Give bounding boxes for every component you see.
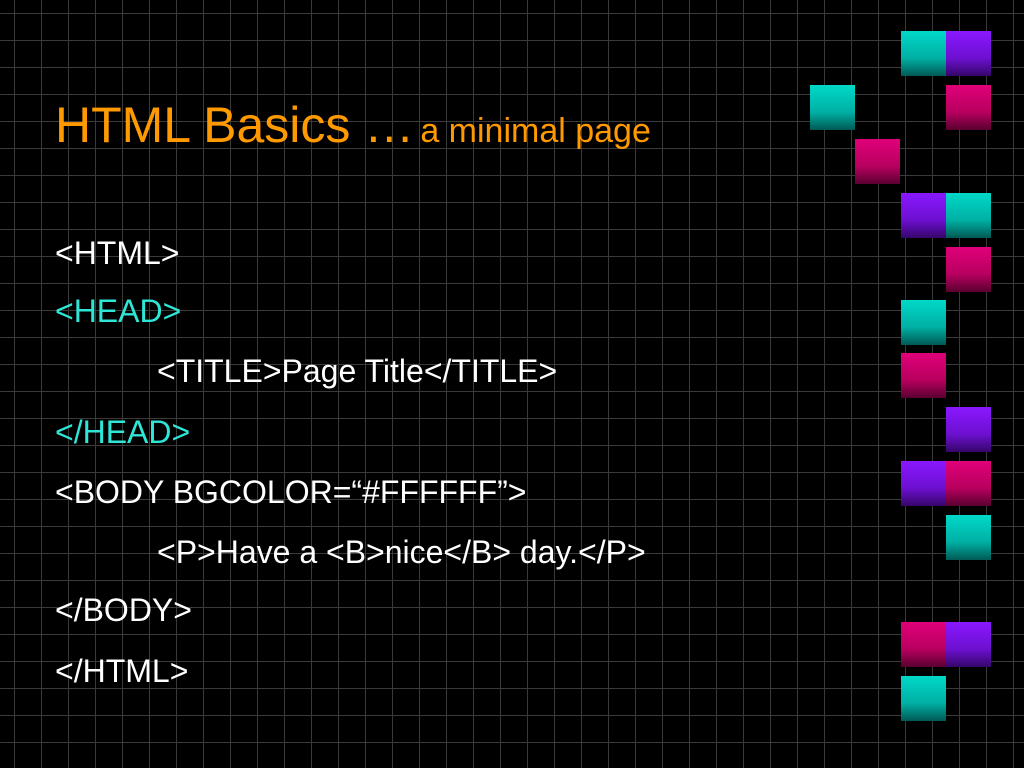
decorative-tile xyxy=(946,85,991,130)
slide-title: HTML Basics … a minimal page xyxy=(55,100,651,150)
decorative-tile xyxy=(946,515,991,560)
code-line: <TITLE>Page Title</TITLE> xyxy=(157,353,558,389)
decorative-tile xyxy=(946,461,991,506)
decorative-tile xyxy=(901,622,946,667)
code-line: </BODY> xyxy=(55,592,192,628)
decorative-tile xyxy=(946,622,991,667)
decorative-tile xyxy=(901,676,946,721)
code-line: <HTML> xyxy=(55,235,180,271)
decorative-tile xyxy=(946,31,991,76)
decorative-tile xyxy=(946,407,991,452)
slide-title-main: HTML Basics … xyxy=(55,97,415,153)
decorative-tile xyxy=(901,461,946,506)
decorative-tile xyxy=(810,85,855,130)
code-line: <P>Have a <B>nice</B> day.</P> xyxy=(157,534,646,570)
decorative-tile xyxy=(855,139,900,184)
code-line: </HEAD> xyxy=(55,414,191,450)
decorative-tile xyxy=(946,193,991,238)
decorative-tile xyxy=(901,193,946,238)
decorative-tile xyxy=(901,31,946,76)
decorative-tile xyxy=(946,247,991,292)
slide: HTML Basics … a minimal page <HTML> <HEAD… xyxy=(0,0,1024,768)
code-line: <BODY BGCOLOR=“#FFFFFF”> xyxy=(55,474,527,510)
code-line: <HEAD> xyxy=(55,293,182,329)
decorative-tile xyxy=(901,353,946,398)
decorative-tile xyxy=(901,300,946,345)
code-line: </HTML> xyxy=(55,653,189,689)
slide-subtitle: a minimal page xyxy=(420,112,651,150)
